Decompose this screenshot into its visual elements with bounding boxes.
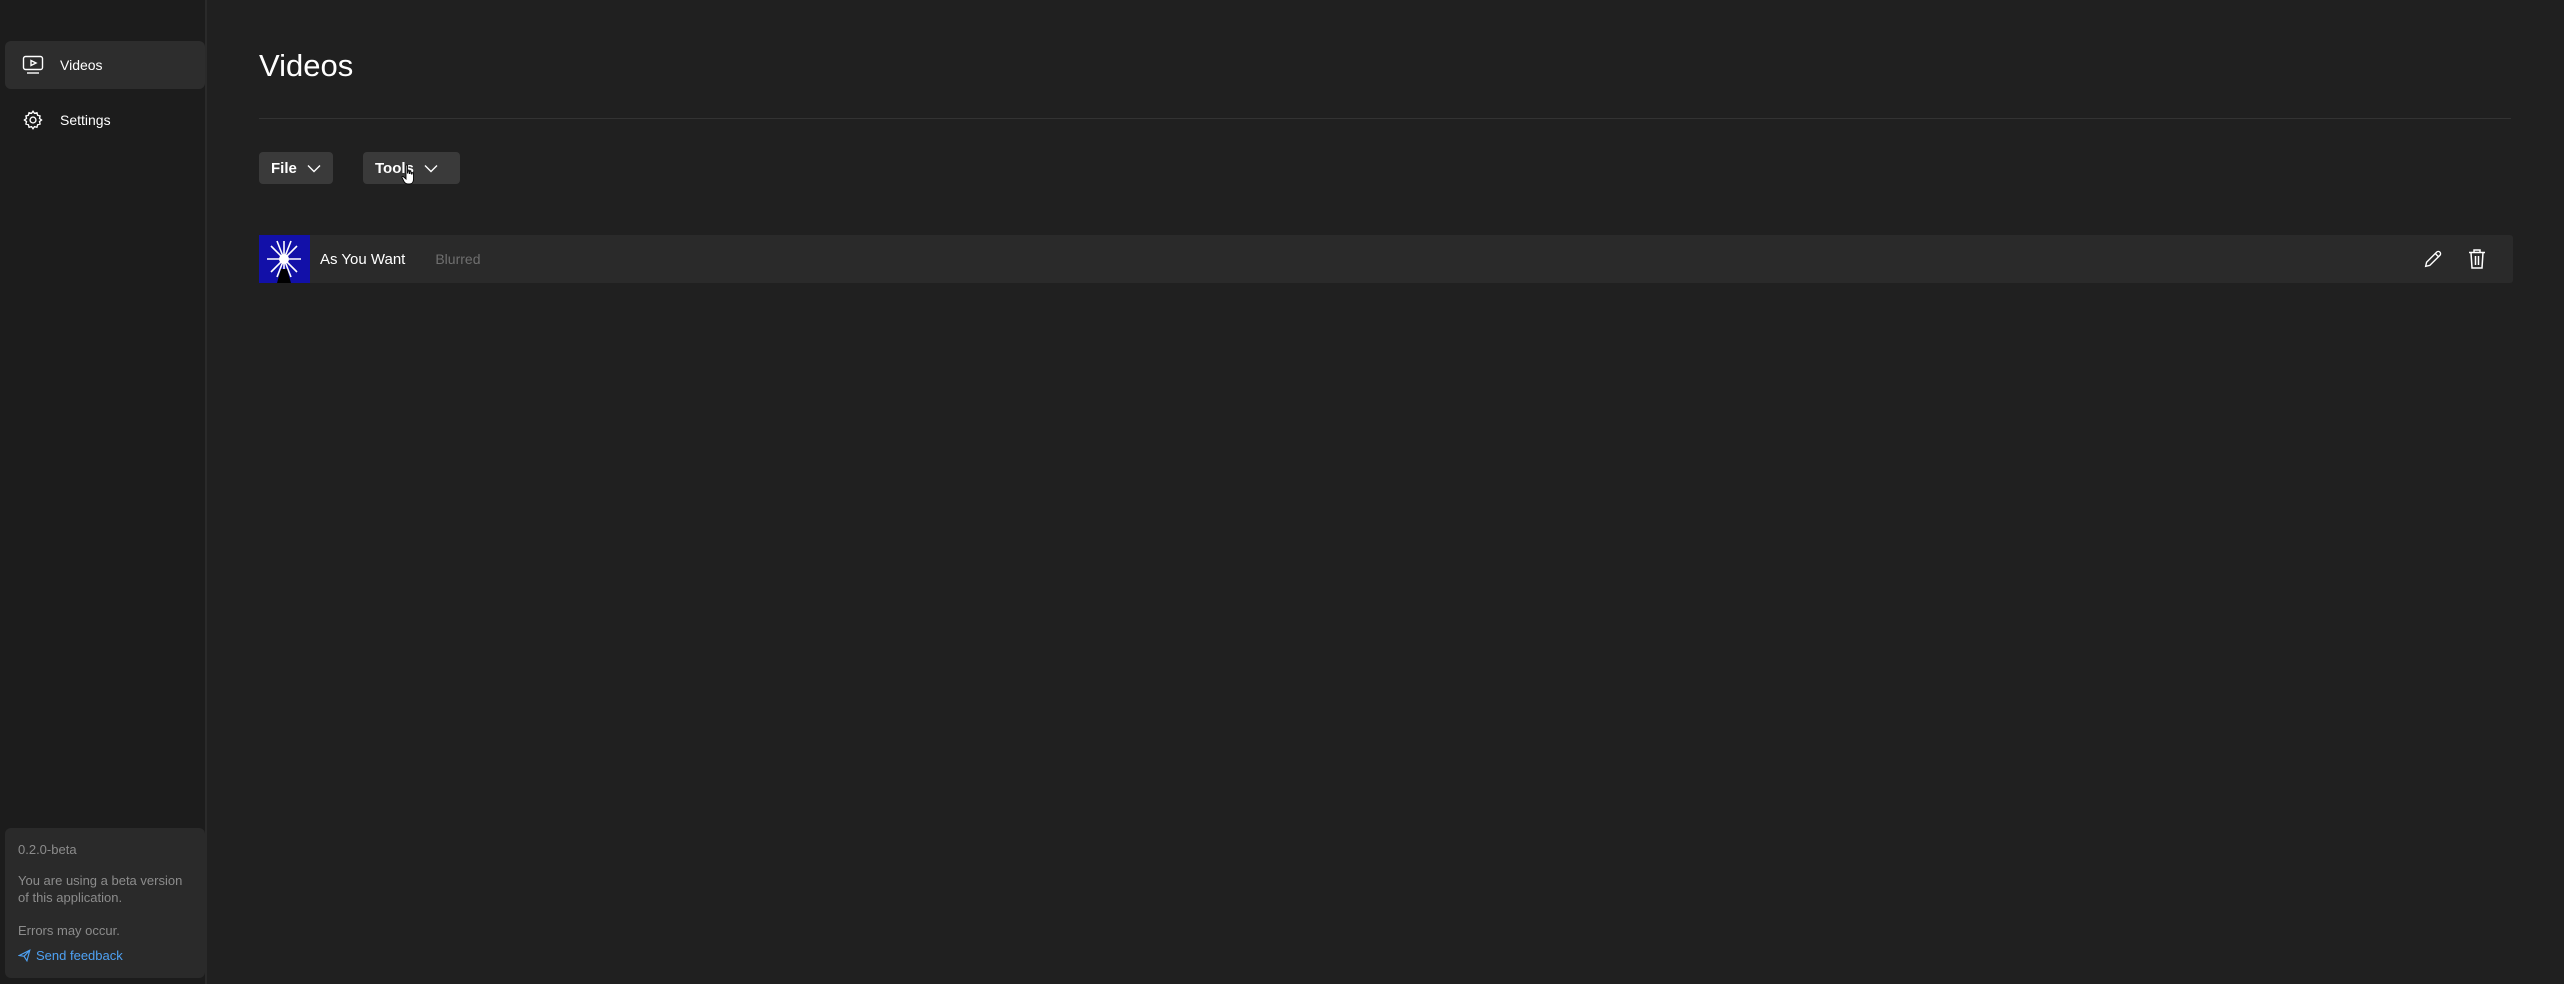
video-status: Blurred (435, 251, 481, 267)
video-thumbnail (259, 235, 310, 283)
beta-message: You are using a beta version of this app… (18, 873, 183, 905)
version-label: 0.2.0-beta (18, 842, 77, 857)
hand-cursor-icon (401, 164, 414, 185)
sidebar-item-label: Settings (60, 112, 111, 128)
video-icon (18, 50, 48, 80)
beta-notice: 0.2.0-beta You are using a beta version … (5, 828, 205, 978)
sidebar-item-videos[interactable]: Videos (5, 41, 205, 89)
send-feedback-link[interactable]: Send feedback (18, 947, 192, 964)
chevron-down-icon (424, 164, 438, 172)
video-list-item[interactable]: As You Want Blurred (259, 235, 2513, 283)
sidebar-item-label: Videos (60, 57, 103, 73)
sidebar: Videos Settings 0.2.0-beta You are using… (0, 0, 207, 984)
chevron-down-icon (307, 164, 321, 172)
pencil-icon (2424, 250, 2442, 268)
file-menu-button[interactable]: File (259, 152, 333, 184)
send-feedback-label: Send feedback (36, 948, 123, 963)
errors-message: Errors may occur. (18, 923, 120, 938)
send-icon (18, 949, 31, 962)
title-divider (259, 118, 2511, 119)
trash-icon (2469, 249, 2485, 269)
video-title: As You Want (320, 250, 406, 268)
delete-button[interactable] (2463, 245, 2491, 273)
page-title: Videos (259, 48, 354, 83)
sidebar-item-settings[interactable]: Settings (5, 96, 205, 144)
gear-icon (18, 105, 48, 135)
file-menu-label: File (271, 159, 297, 177)
edit-button[interactable] (2419, 245, 2447, 273)
